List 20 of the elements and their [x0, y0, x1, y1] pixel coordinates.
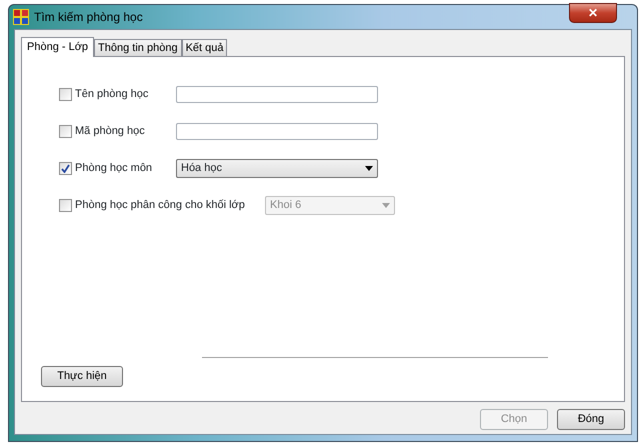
app-icon — [13, 9, 29, 25]
tab[interactable]: Thông tin phòng — [94, 39, 182, 56]
checkbox[interactable] — [59, 162, 72, 175]
tab[interactable]: Kết quả — [182, 39, 228, 56]
text-field[interactable] — [176, 123, 378, 140]
checkbox-label: Phòng học phân công cho khối lớp — [75, 198, 246, 214]
dropdown[interactable]: Hóa học — [176, 159, 378, 178]
close-button[interactable]: ✕ — [569, 3, 617, 23]
window-title: Tìm kiếm phòng học — [34, 9, 143, 26]
dialog-button[interactable]: Đóng — [557, 409, 625, 430]
caret-icon — [382, 203, 390, 208]
caret-icon — [365, 166, 373, 171]
checkbox[interactable] — [59, 125, 72, 138]
run-button[interactable]: Thực hiện — [41, 366, 123, 387]
checkbox-label: Tên phòng học — [75, 87, 150, 102]
checkbox-label: Mã phòng học — [75, 124, 146, 140]
text-field[interactable] — [176, 86, 378, 103]
checkbox-label: Phòng học môn — [75, 161, 154, 176]
checkbox[interactable] — [59, 88, 72, 101]
tab[interactable]: Phòng - Lớp — [21, 37, 94, 57]
